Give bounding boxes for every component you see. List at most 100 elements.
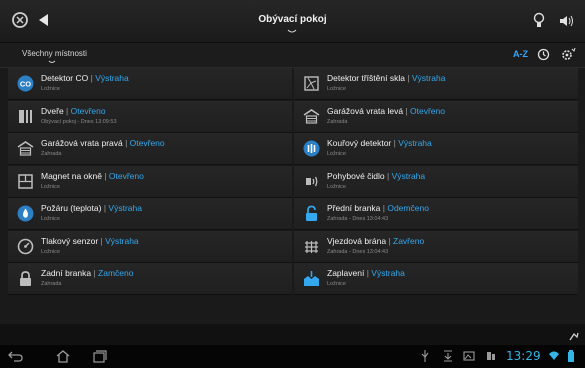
device-name: Přední branka bbox=[327, 203, 381, 213]
separator: | bbox=[403, 105, 411, 116]
system-navigation-bar: 13:29 bbox=[0, 345, 585, 368]
device-name-line: Garážová vrata levá | Otevřeno bbox=[327, 106, 445, 116]
separator: | bbox=[384, 170, 392, 181]
door-icon bbox=[19, 109, 32, 123]
history-icon[interactable] bbox=[537, 48, 550, 61]
device-state: Výstraha bbox=[371, 268, 405, 278]
device-name: Garážová vrata pravá bbox=[41, 138, 123, 148]
device-name-line: Garážová vrata pravá | Otevřeno bbox=[41, 138, 165, 148]
device-location: Ložnice bbox=[327, 86, 346, 92]
device-tile-gate[interactable]: Vjezdová brána | Zavřeno Zahrada - Dnes 1… bbox=[294, 230, 578, 263]
sort-az-button[interactable]: A-Z bbox=[513, 49, 528, 59]
device-location: Zahrada - Dnes 13:04:43 bbox=[327, 216, 389, 222]
device-tile-garage[interactable]: Garážová vrata levá | Otevřeno Zahrada bbox=[294, 100, 578, 133]
device-state: Výstraha bbox=[398, 138, 432, 148]
device-name-line: Pohybové čidlo | Výstraha bbox=[327, 171, 425, 181]
download-icon bbox=[444, 350, 452, 362]
device-location: Ložnice bbox=[41, 248, 60, 255]
image-icon bbox=[463, 351, 475, 361]
device-location: Ložnice bbox=[41, 216, 60, 222]
device-state: Zavřeno bbox=[393, 235, 425, 246]
device-state: Zamčeno bbox=[98, 268, 134, 278]
status-clock: 13:29 bbox=[506, 349, 541, 363]
separator: | bbox=[386, 235, 394, 246]
back-icon[interactable] bbox=[8, 349, 24, 363]
device-name: Požáru (teplota) bbox=[41, 203, 102, 213]
device-name-line: Detektor tříštění skla | Výstraha bbox=[327, 73, 445, 83]
device-name: Vjezdová brána bbox=[327, 235, 387, 246]
device-tile-co-detector[interactable]: CO Detektor CO | Výstraha Ložnice bbox=[8, 68, 292, 100]
glass-break-icon bbox=[304, 76, 319, 91]
motion-sensor-icon bbox=[306, 176, 318, 186]
device-grid: CO Detektor CO | Výstraha Ložnice Dveře | O… bbox=[8, 68, 578, 324]
separator: | bbox=[91, 268, 99, 278]
device-name-line: Požáru (teplota) | Výstraha bbox=[41, 203, 142, 213]
device-tile-glass-break[interactable]: Detektor tříštění skla | Výstraha Ložnice bbox=[294, 68, 578, 100]
device-tile-fire[interactable]: Požáru (teplota) | Výstraha Ložnice bbox=[8, 198, 292, 230]
gear-icon[interactable] bbox=[561, 47, 576, 61]
page-title[interactable]: Obývací pokoj bbox=[0, 14, 585, 25]
lock-icon bbox=[20, 271, 31, 286]
separator: | bbox=[404, 73, 412, 83]
flood-icon bbox=[304, 271, 319, 286]
device-tile-flood[interactable]: Zaplavení | Výstraha Ložnice bbox=[294, 263, 578, 295]
separator: | bbox=[122, 138, 130, 148]
separator: | bbox=[63, 105, 71, 116]
device-tile-garage[interactable]: Garážová vrata pravá | Otevřeno Zahrada bbox=[8, 133, 292, 165]
device-name: Zaplavení bbox=[327, 268, 365, 278]
room-filter-dropdown[interactable]: Všechny místnosti bbox=[22, 49, 87, 58]
filter-bar: Všechny místnosti A-Z bbox=[0, 43, 585, 68]
device-state: Výstraha bbox=[105, 235, 139, 246]
device-location: Obývací pokoj - Dnes 13:09:53 bbox=[41, 118, 117, 125]
device-tile-lock[interactable]: Zadní branka | Zamčeno Zahrada bbox=[8, 263, 292, 295]
device-name-line: Vjezdová brána | Zavřeno bbox=[327, 236, 424, 246]
device-state: Otevřeno bbox=[70, 105, 106, 116]
device-location: Zahrada bbox=[327, 118, 348, 125]
device-state: Výstraha bbox=[391, 170, 426, 181]
device-name-line: Přední branka | Odemčeno bbox=[327, 203, 429, 213]
device-tile-motion-sensor[interactable]: Pohybové čidlo | Výstraha Ložnice bbox=[294, 165, 578, 198]
device-name: Kouřový detektor bbox=[327, 138, 392, 148]
device-location: Zahrada bbox=[41, 151, 62, 157]
device-name: Zadní branka bbox=[41, 268, 92, 278]
device-location: Zahrada bbox=[41, 281, 62, 287]
speaker-icon[interactable] bbox=[558, 13, 576, 29]
chevron-down-icon[interactable] bbox=[287, 29, 297, 35]
wifi-icon bbox=[549, 351, 559, 360]
svg-text:CO: CO bbox=[20, 80, 31, 89]
device-tile-smoke-detector[interactable]: Kouřový detektor | Výstraha Ložnice bbox=[294, 133, 578, 165]
device-tile-pressure-gauge[interactable]: Tlakový senzor | Výstraha Ložnice bbox=[8, 230, 292, 263]
device-tile-window-magnet[interactable]: Magnet na okně | Otevřeno Ložnice bbox=[8, 165, 292, 198]
device-location: Ložnice bbox=[327, 281, 346, 287]
device-name-line: Detektor CO | Výstraha bbox=[41, 73, 129, 83]
garage-icon bbox=[303, 108, 320, 124]
device-location: Ložnice bbox=[41, 86, 60, 92]
device-name: Pohybové čidlo bbox=[327, 170, 385, 181]
device-state: Výstraha bbox=[95, 73, 129, 83]
device-location: Ložnice bbox=[41, 183, 60, 190]
home-icon[interactable] bbox=[55, 349, 71, 363]
device-name-line: Zadní branka | Zamčeno bbox=[41, 268, 133, 278]
separator: | bbox=[101, 170, 109, 181]
app-notification-icon bbox=[487, 352, 495, 360]
light-bulb-icon[interactable] bbox=[532, 12, 546, 30]
device-state: Otevřeno bbox=[410, 105, 445, 116]
unlock-icon bbox=[306, 205, 317, 221]
co-detector-icon: CO bbox=[17, 75, 34, 92]
device-tile-door[interactable]: Dveře | Otevřeno Obývací pokoj - Dnes 13:… bbox=[8, 100, 292, 133]
device-tile-unlock[interactable]: Přední branka | Odemčeno Zahrada - Dnes 1… bbox=[294, 198, 578, 230]
device-state: Odemčeno bbox=[387, 203, 429, 213]
device-name: Detektor tříštění skla bbox=[327, 73, 405, 83]
device-state: Výstraha bbox=[411, 73, 446, 83]
fire-icon bbox=[17, 205, 34, 222]
gate-icon bbox=[305, 240, 318, 253]
pressure-gauge-icon bbox=[17, 238, 34, 254]
device-state: Otevřeno bbox=[129, 138, 165, 148]
add-device-icon[interactable] bbox=[568, 330, 580, 342]
chevron-down-icon[interactable] bbox=[48, 60, 56, 65]
smoke-detector-icon bbox=[303, 140, 320, 157]
device-location: Zahrada - Dnes 13:04:43 bbox=[327, 248, 389, 255]
recent-apps-icon[interactable] bbox=[92, 349, 108, 363]
device-location: Ložnice bbox=[327, 183, 346, 190]
device-location: Ložnice bbox=[327, 151, 346, 157]
